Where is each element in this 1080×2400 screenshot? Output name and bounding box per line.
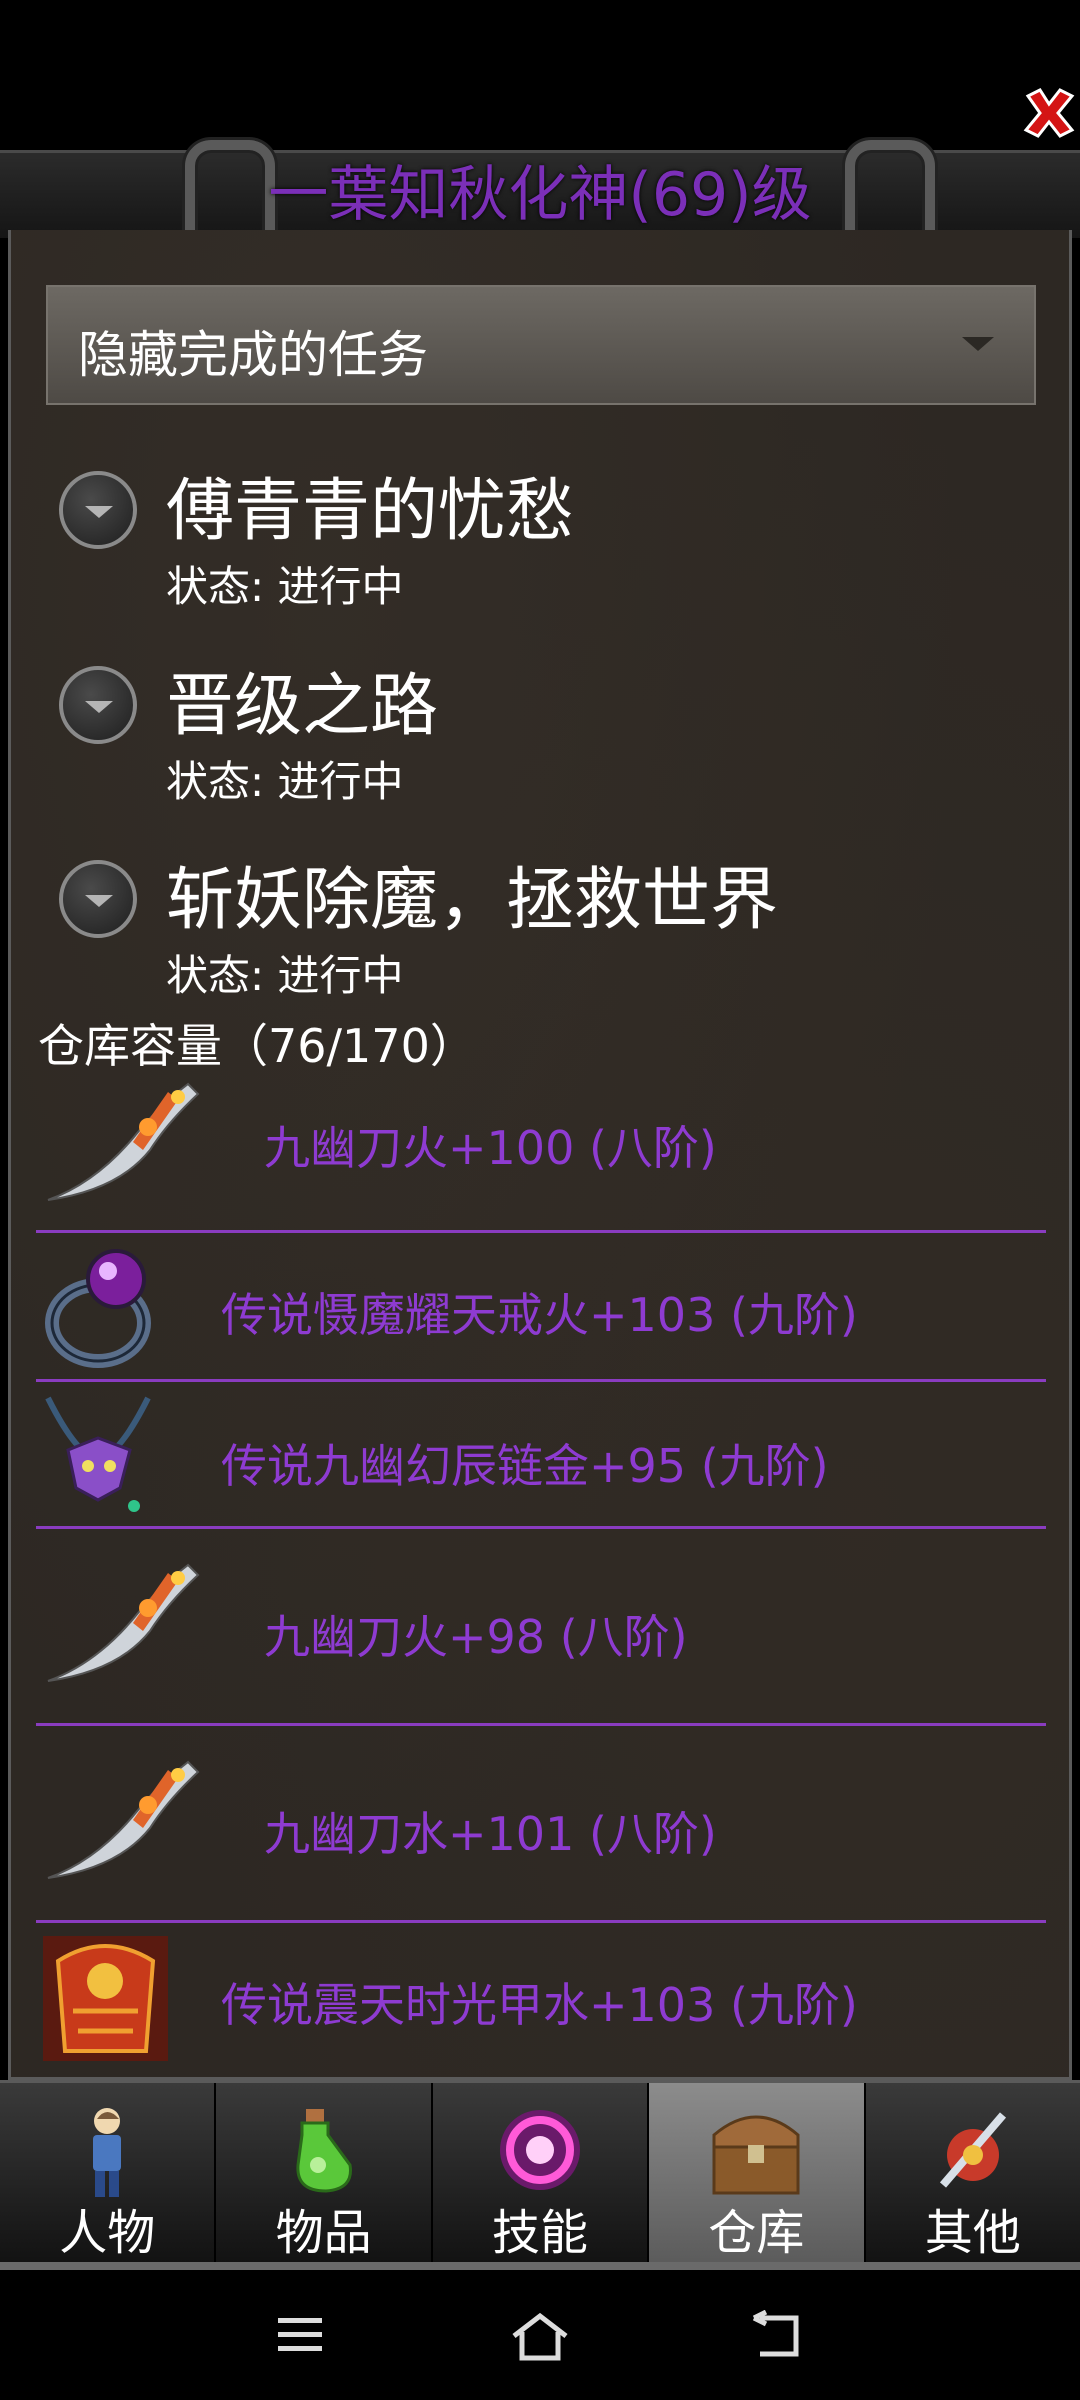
tab-label: 仓库 [708, 2205, 805, 2261]
quest-status: 状态: 进行中 [166, 951, 404, 1000]
quest-filter-dropdown[interactable]: 隐藏完成的任务 [46, 285, 1036, 405]
item-name: 九幽刀火+98 (八阶) [264, 1610, 688, 1664]
ring-icon [45, 1249, 151, 1368]
tab-label: 技能 [492, 2205, 589, 2261]
menu-icon [278, 2318, 322, 2351]
warehouse-item[interactable]: 九幽刀水+101 (八阶) [36, 1726, 1046, 1923]
tab-character[interactable]: 人物 [0, 2083, 217, 2268]
warehouse-item[interactable]: 传说慑魔耀天戒火+103 (九阶) [36, 1233, 1046, 1382]
quest-item[interactable]: 晋级之路 状态: 进行中 [51, 650, 1051, 840]
tab-label: 人物 [59, 2205, 156, 2261]
potion-icon [296, 2109, 352, 2193]
window-title: 一葉知秋化神(69)级 [268, 160, 812, 230]
warehouse-item[interactable]: 传说震天时光甲水+103 (九阶) [36, 1923, 1046, 2073]
menu-button[interactable] [270, 2310, 330, 2364]
back-button[interactable] [750, 2309, 810, 2368]
armor-icon [43, 1936, 168, 2061]
tab-skills[interactable]: 技能 [433, 2083, 650, 2268]
chevron-down-icon [962, 337, 994, 351]
item-name: 九幽刀水+101 (八阶) [264, 1807, 717, 1861]
item-name: 九幽刀火+100 (八阶) [264, 1121, 717, 1175]
expand-toggle-icon[interactable] [59, 860, 137, 938]
quest-warehouse-panel: 隐藏完成的任务 傅青青的忧愁 状态: 进行中 晋级之路 状态: 进行中 斩妖除魔… [8, 230, 1072, 2080]
blade-icon [47, 1760, 200, 1879]
expand-toggle-icon[interactable] [59, 666, 137, 744]
tab-bar-divider [0, 2262, 1080, 2270]
necklace-icon [45, 1396, 151, 1512]
item-name: 传说慑魔耀天戒火+103 (九阶) [221, 1288, 858, 1342]
blade-icon [47, 1563, 200, 1682]
tab-label: 其他 [924, 2205, 1021, 2261]
character-icon [93, 2108, 122, 2197]
quest-status: 状态: 进行中 [166, 757, 404, 806]
back-icon [752, 2309, 799, 2357]
home-button[interactable] [508, 2310, 572, 2368]
skill-icon [500, 2110, 581, 2190]
other-icon [939, 2112, 1006, 2188]
warehouse-item[interactable]: 九幽刀火+98 (八阶) [36, 1529, 1046, 1726]
item-name: 传说九幽幻辰链金+95 (九阶) [221, 1439, 829, 1493]
bottom-tab-bar: 人物 物品 技能 仓库 其他 [0, 2080, 1080, 2268]
home-icon [512, 2312, 568, 2361]
blade-icon [47, 1082, 200, 1201]
warehouse-item-list: 九幽刀火+100 (八阶) 传说慑魔耀天戒火+103 (九阶) 传说九幽幻辰链金… [36, 1062, 1046, 2073]
quest-status: 状态: 进行中 [166, 562, 404, 611]
item-name: 传说震天时光甲水+103 (九阶) [221, 1978, 858, 2032]
quest-title: 斩妖除魔，拯救世界 [166, 861, 779, 940]
quest-item[interactable]: 斩妖除魔，拯救世界 状态: 进行中 [51, 844, 1051, 1034]
expand-toggle-icon[interactable] [59, 471, 137, 549]
warehouse-item[interactable]: 传说九幽幻辰链金+95 (九阶) [36, 1382, 1046, 1529]
tab-items[interactable]: 物品 [216, 2083, 433, 2268]
close-button[interactable] [1018, 82, 1080, 144]
tab-other[interactable]: 其他 [866, 2083, 1080, 2268]
tab-warehouse[interactable]: 仓库 [649, 2083, 866, 2268]
warehouse-item[interactable]: 九幽刀火+100 (八阶) [36, 1062, 1046, 1233]
tab-label: 物品 [275, 2205, 372, 2261]
close-x-icon [1023, 88, 1075, 138]
quest-title: 晋级之路 [166, 667, 439, 746]
quest-item[interactable]: 傅青青的忧愁 状态: 进行中 [51, 455, 1051, 645]
quest-filter-value: 隐藏完成的任务 [78, 326, 428, 384]
quest-title: 傅青青的忧愁 [166, 472, 575, 551]
window-header: 一葉知秋化神(69)级 [0, 0, 1080, 260]
chest-icon [712, 2115, 800, 2195]
system-nav-bar [0, 2270, 1080, 2400]
